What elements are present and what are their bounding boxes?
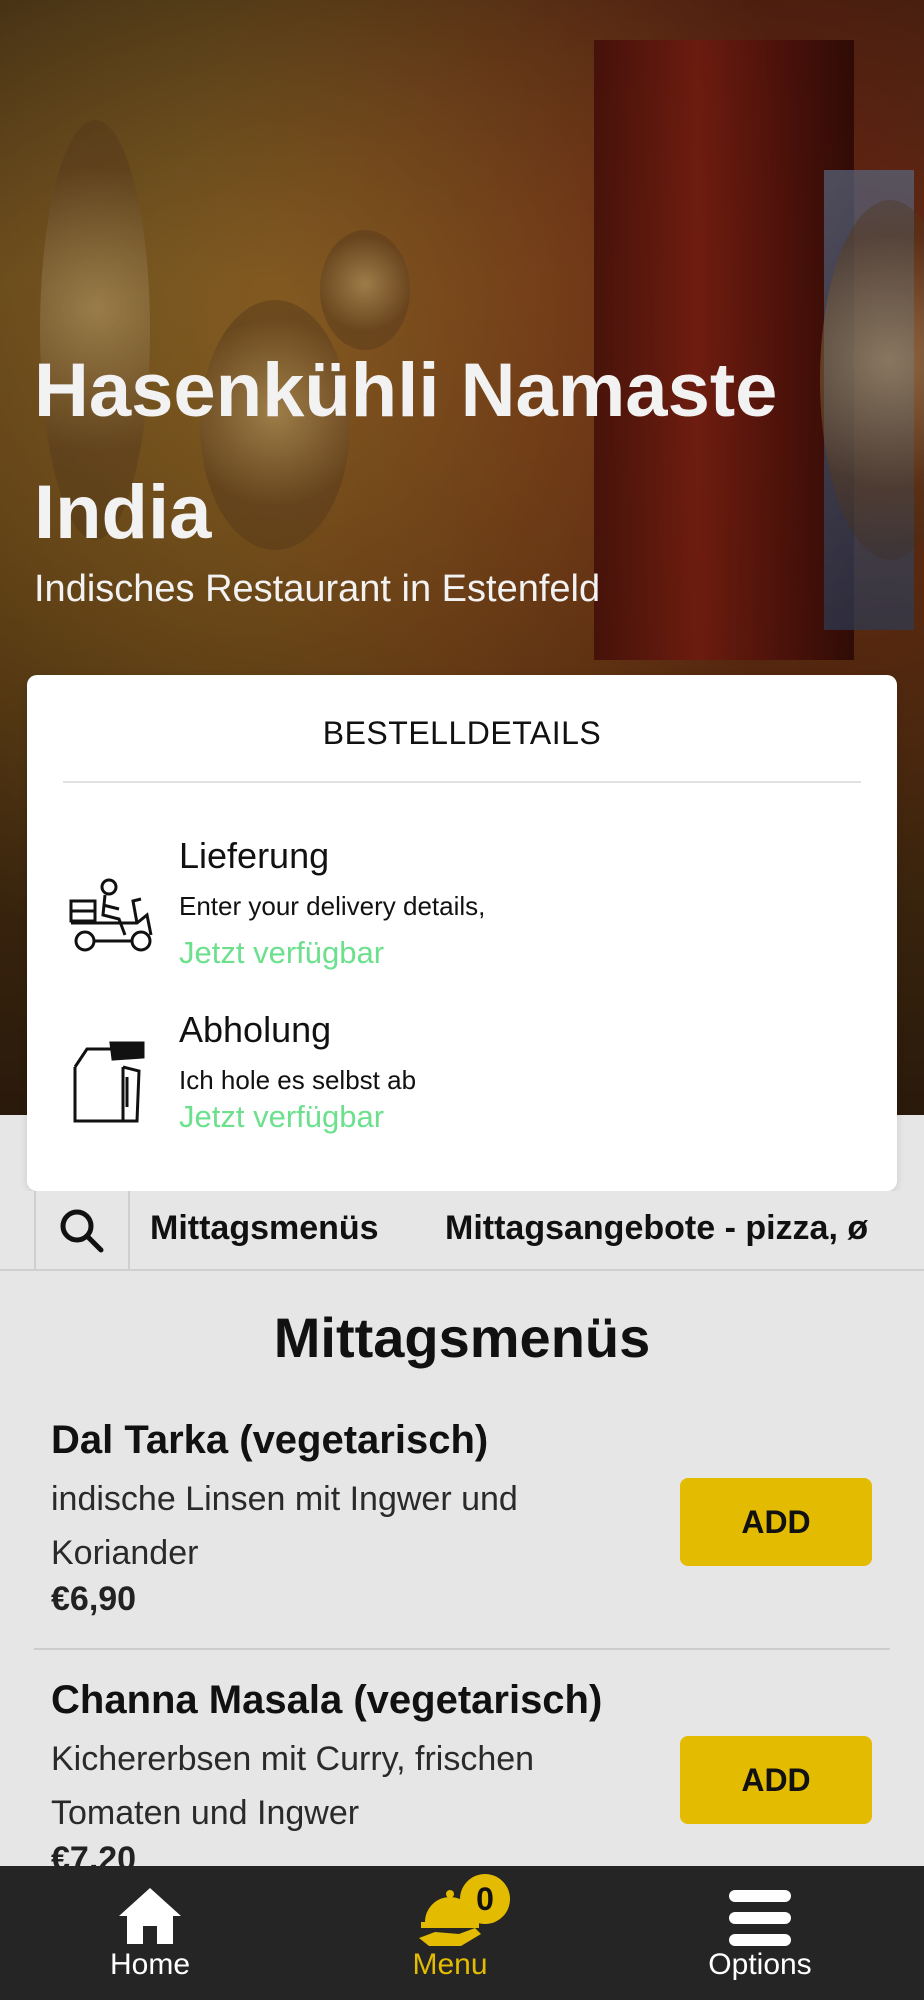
menu-item-price: €6,90 (51, 1580, 137, 1618)
category-search-button[interactable] (34, 1191, 130, 1269)
cart-count-badge: 0 (460, 1874, 510, 1924)
nav-menu[interactable]: 0 Menu (350, 1866, 550, 2000)
divider (34, 1648, 890, 1650)
category-bar[interactable]: Mittagsmenüs Mittagsangebote - pizza, ø (0, 1191, 924, 1271)
nav-options-label: Options (708, 1948, 812, 1981)
nav-menu-label: Menu (412, 1948, 488, 1981)
hamburger-icon (729, 1890, 791, 1946)
delivery-option-status: Jetzt verfügbar (179, 935, 385, 970)
home-icon (119, 1888, 181, 1944)
category-tab-mittagsangebote[interactable]: Mittagsangebote - pizza, ø (445, 1209, 868, 1248)
delivery-option[interactable]: Lieferung Enter your delivery details, J… (27, 835, 897, 985)
menu-item-description: Kichererbsen mit Curry, frischen Tomaten… (51, 1740, 535, 1832)
pickup-option-description: Ich hole es selbst ab (179, 1065, 417, 1095)
order-details-title: BESTELLDETAILS (322, 715, 602, 751)
pickup-option-status: Jetzt verfügbar (179, 1099, 385, 1134)
nav-home[interactable]: Home (50, 1866, 250, 2000)
bottom-navigation: Home 0 Menu Options (0, 1866, 924, 2000)
add-to-cart-button[interactable]: ADD (680, 1736, 872, 1824)
order-details-card: BESTELLDETAILS Lieferung Enter your deli… (27, 675, 897, 1191)
nav-home-label: Home (109, 1948, 191, 1981)
menu-item: Dal Tarka (vegetarisch) indische Linsen … (34, 1418, 890, 1658)
menu-section-title: Mittagsmenüs (273, 1306, 651, 1369)
nav-options[interactable]: Options (660, 1866, 860, 2000)
delivery-option-description: Enter your delivery details, (179, 891, 486, 921)
pickup-option[interactable]: Abholung Ich hole es selbst ab Jetzt ver… (27, 1009, 897, 1159)
category-tab-mittagsmenus[interactable]: Mittagsmenüs (150, 1209, 379, 1248)
delivery-option-name: Lieferung (179, 835, 330, 876)
restaurant-name: Hasenkühli Namaste India (34, 348, 778, 555)
add-to-cart-button[interactable]: ADD (680, 1478, 872, 1566)
pickup-bag-icon (67, 1037, 157, 1127)
pickup-option-name: Abholung (179, 1009, 332, 1050)
restaurant-subtitle: Indisches Restaurant in Estenfeld (34, 568, 601, 610)
menu-item-name: Dal Tarka (vegetarisch) (51, 1418, 489, 1462)
search-icon (60, 1209, 104, 1253)
menu-item-description: indische Linsen mit Ingwer und Koriander (51, 1480, 518, 1572)
delivery-scooter-icon (67, 875, 157, 965)
divider (63, 781, 861, 783)
menu-item-name: Channa Masala (vegetarisch) (51, 1678, 603, 1722)
